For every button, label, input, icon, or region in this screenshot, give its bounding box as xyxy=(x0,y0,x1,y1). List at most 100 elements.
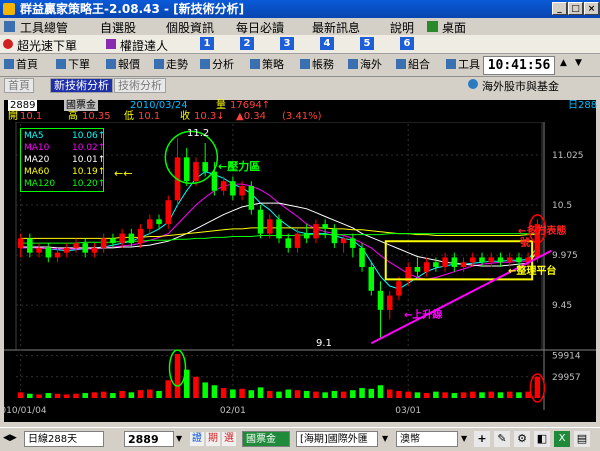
market-dropdown-icon[interactable]: ▼ xyxy=(382,434,388,443)
menu-watchlist[interactable]: 自選股 xyxy=(100,19,136,36)
maximize-icon[interactable]: □ xyxy=(568,2,583,15)
candle-body xyxy=(377,290,384,310)
add-icon[interactable]: + xyxy=(474,431,490,447)
minimize-icon[interactable]: _ xyxy=(552,2,567,15)
ma-legend-name: MA60 xyxy=(24,167,50,177)
change-value: ▲0.34 xyxy=(236,111,266,122)
menu-help[interactable]: 說明 xyxy=(390,19,414,36)
uptrend-annotation: ←上升線 xyxy=(404,310,443,321)
tab-home[interactable]: 首頁 xyxy=(4,78,34,93)
menu-desktop[interactable]: 桌面 xyxy=(442,19,466,36)
overseas-fund-link[interactable]: 海外股市與基金 xyxy=(482,78,559,94)
stock-name-field: 國票金 xyxy=(242,431,290,447)
securities-button[interactable]: 證 xyxy=(190,432,204,446)
tab-new-technical[interactable]: 新技術分析 xyxy=(50,78,113,93)
volume-bar xyxy=(433,391,439,398)
ma-legend-value: 10.02↑ xyxy=(72,143,106,153)
stock-code-input[interactable]: 2889 xyxy=(124,431,174,447)
high-label: 高 xyxy=(68,111,78,122)
quick-slot-4[interactable]: 4 xyxy=(320,37,334,50)
period-count: 日288 xyxy=(568,100,598,111)
toolbar-overseas-button[interactable]: 海外 xyxy=(348,57,382,73)
toolbar-home-button[interactable]: 首頁 xyxy=(4,57,38,73)
options-button[interactable]: 選 xyxy=(222,432,236,446)
volume-bar xyxy=(479,392,485,398)
candle-body xyxy=(294,233,301,248)
market-select[interactable]: [海期]國際外匯 xyxy=(296,431,378,447)
candle-body xyxy=(54,252,61,258)
wrench-icon[interactable]: ✎ xyxy=(494,431,510,447)
super-order-button[interactable]: 超光速下單 xyxy=(17,37,77,54)
volume-bar xyxy=(137,390,144,398)
quick-slot-6[interactable]: 6 xyxy=(400,37,414,50)
print-icon[interactable]: ▤ xyxy=(574,431,590,447)
toolbar-trend-button[interactable]: 走勢 xyxy=(154,57,188,73)
candle-body xyxy=(100,238,107,248)
menu-tools[interactable]: 工具總管 xyxy=(20,19,68,36)
quick-slot-3[interactable]: 3 xyxy=(280,37,294,50)
excel-icon[interactable]: X xyxy=(554,431,570,447)
clock-down-icon[interactable]: ▼ xyxy=(575,58,582,68)
info-line-2: 開 10.1 高 10.35 低 10.1 收 10.3↓ ▲0.34 (3.4… xyxy=(4,111,596,122)
quick-slot-2[interactable]: 2 xyxy=(240,37,254,50)
volume-bar xyxy=(147,389,153,398)
eraser-icon[interactable]: ◧ xyxy=(534,431,550,447)
currency-dropdown-icon[interactable]: ▼ xyxy=(461,434,467,443)
title-bar: 群益贏家策略王-2.08.43 - [新技術分析] _ □ × xyxy=(0,0,600,18)
settings-icon[interactable]: ⚙ xyxy=(514,431,530,447)
toolbar-strategy-button[interactable]: 策略 xyxy=(250,57,284,73)
app-icon xyxy=(3,3,15,15)
candle-body xyxy=(202,162,208,172)
left-arrow-annotation: ←← xyxy=(114,167,133,180)
toolbar-order-button[interactable]: 下單 xyxy=(56,57,90,73)
volume-bar xyxy=(63,394,70,398)
volume-bar xyxy=(82,393,88,398)
candle-body xyxy=(414,266,421,272)
clock-up-icon[interactable]: ▲ xyxy=(560,58,567,68)
futures-button[interactable]: 期 xyxy=(206,432,220,446)
period-select[interactable]: 日線288天 xyxy=(24,431,104,447)
toolbar-quote-button[interactable]: 報價 xyxy=(106,57,140,73)
candle-body xyxy=(359,247,365,267)
resistance-annotation: ←壓力區 xyxy=(218,160,261,173)
candle-body xyxy=(110,238,116,244)
menu-daily[interactable]: 每日必讀 xyxy=(236,19,284,36)
candle-body xyxy=(36,247,42,253)
candle-body xyxy=(386,295,393,310)
close-icon[interactable]: × xyxy=(584,2,599,15)
quick-bar: 超光速下單 權證達人 1 2 3 4 5 6 xyxy=(0,35,600,54)
volume-bar xyxy=(202,382,208,398)
candle-body xyxy=(27,238,33,253)
date-tick-label: 03/01 xyxy=(395,406,421,416)
date-tick-label: 2010/01/04 xyxy=(4,406,47,416)
toolbar-account-button[interactable]: 帳務 xyxy=(300,57,334,73)
volume-bar xyxy=(220,388,227,398)
trend-icon xyxy=(154,59,164,69)
volume-bar xyxy=(100,391,107,398)
volume-bar xyxy=(285,389,291,398)
toolbar-tools-button[interactable]: 工具 xyxy=(446,57,480,73)
volume-bar xyxy=(248,390,255,398)
currency-select[interactable]: 澳幣 xyxy=(396,431,458,447)
warrant-master-button[interactable]: 權證達人 xyxy=(120,37,168,54)
candle-body xyxy=(331,228,338,244)
price-tick-label: 10.5 xyxy=(552,201,572,211)
super-order-icon xyxy=(3,39,13,49)
volume-bar xyxy=(506,391,513,398)
low-value: 10.1 xyxy=(138,111,161,122)
resistance-circle xyxy=(164,130,219,185)
quick-slot-1[interactable]: 1 xyxy=(200,37,214,50)
tab-technical[interactable]: 技術分析 xyxy=(114,78,166,93)
quick-slot-5[interactable]: 5 xyxy=(360,37,374,50)
toolbar-combo-button[interactable]: 組合 xyxy=(396,57,430,73)
order-icon xyxy=(56,59,66,69)
volume-bar xyxy=(414,392,421,398)
nav-left-icon[interactable]: ◀▶ xyxy=(3,433,17,443)
toolbar-analysis-button[interactable]: 分析 xyxy=(200,57,234,73)
high-value: 10.35 xyxy=(82,111,111,122)
menu-stock-info[interactable]: 個股資訊 xyxy=(166,19,214,36)
candle-body xyxy=(451,257,458,267)
code-dropdown-icon[interactable]: ▼ xyxy=(176,434,182,443)
price-tick-label: 9.975 xyxy=(552,251,578,261)
menu-news[interactable]: 最新訊息 xyxy=(312,19,360,36)
